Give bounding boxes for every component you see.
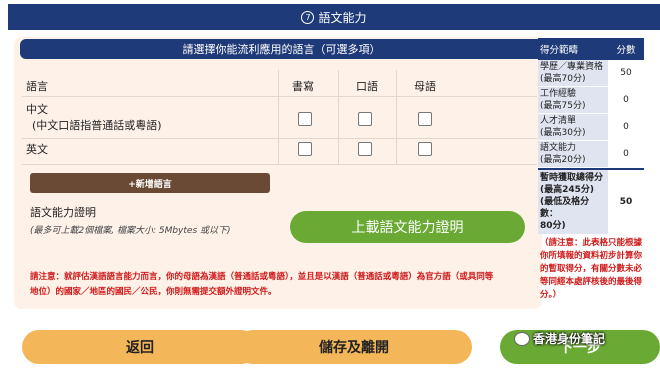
column-header-written: 書寫 [292, 80, 314, 93]
score-header-value: 分數 [616, 45, 636, 56]
score-category: 人才清單 [540, 116, 577, 126]
score-note: （請注意：此表格只能根據你所填報的資料初步計算你的暫取得分，有關分數未必等同經本… [540, 238, 643, 300]
notice-line: 地位）的國家／地區的國民／公民，你則無需提交額外證明文件。 [30, 287, 277, 297]
score-header-label: 得分範疇 [540, 45, 579, 56]
score-row: 工作經驗 (最高75分) 0 [538, 87, 644, 114]
table-divider [22, 138, 537, 139]
table-column-line [338, 70, 339, 164]
back-button[interactable]: 返回 [22, 330, 258, 364]
score-sidebar: 得分範疇 分數 學歷／專業資格 (最高70分) 50 工作經驗 (最高75分) 0 … [538, 38, 644, 302]
column-header-native: 母語 [414, 80, 436, 93]
table-divider [22, 164, 537, 165]
chinese-written-checkbox[interactable] [298, 112, 312, 126]
english-written-checkbox[interactable] [298, 142, 312, 156]
total-max: (最高245分) [540, 185, 595, 195]
score-value: 0 [608, 114, 644, 140]
total-score-row: 暫時獲取總得分 (最高245分) (最低及格分數： 80分) 50 [538, 168, 644, 234]
column-header-spoken: 口語 [356, 80, 378, 93]
score-max: (最高30分) [540, 128, 586, 138]
total-label: 暫時獲取總得分 [540, 173, 604, 183]
table-column-line [278, 70, 279, 164]
chinese-spoken-checkbox[interactable] [358, 112, 372, 126]
score-max: (最高75分) [540, 101, 586, 111]
upload-proof-button[interactable]: 上載語文能力證明 [290, 211, 525, 243]
watermark: 香港身份筆記 [514, 330, 605, 347]
proof-title: 語文能力證明 [30, 206, 96, 219]
language-detail: (中文口語指普通話或粵語) [32, 119, 162, 132]
chinese-native-checkbox[interactable] [418, 112, 432, 126]
language-notice: 請注意：就評估漢語語言能力而言，你的母語為漢語（普通話或粵語），並且是以漢語（普… [30, 270, 540, 300]
column-header-language: 語言 [26, 80, 48, 93]
table-row: 英文 [26, 142, 48, 158]
section-title-bar: 7 語文能力 [8, 4, 660, 30]
english-spoken-checkbox[interactable] [358, 142, 372, 156]
score-row: 學歷／專業資格 (最高70分) 50 [538, 60, 644, 87]
total-pass-value: 80分) [540, 221, 566, 231]
wechat-icon [514, 331, 530, 346]
section-number-badge: 7 [301, 10, 315, 24]
score-row: 語文能力 (最高20分) 0 [538, 141, 644, 168]
score-header: 得分範疇 分數 [538, 38, 644, 60]
score-category: 學歷／專業資格 [540, 62, 604, 72]
language-name: 英文 [26, 143, 48, 156]
section-title: 語文能力 [318, 10, 367, 25]
score-category: 工作經驗 [540, 89, 577, 99]
score-max: (最高20分) [540, 155, 586, 165]
english-native-checkbox[interactable] [418, 142, 432, 156]
save-exit-button[interactable]: 儲存及離開 [236, 330, 472, 364]
score-value: 50 [608, 60, 644, 86]
watermark-text: 香港身份筆記 [533, 332, 606, 346]
total-score-value: 50 [619, 197, 633, 207]
score-value: 0 [608, 87, 644, 113]
proof-hint: (最多可上載2個檔案, 檔案大小: 5Mbytes 或以下) [30, 226, 231, 236]
score-value: 0 [608, 141, 644, 167]
score-category: 語文能力 [540, 143, 577, 153]
language-name: 中文 [26, 103, 48, 116]
score-row: 人才清單 (最高30分) 0 [538, 114, 644, 141]
notice-line: 請注意：就評估漢語語言能力而言，你的母語為漢語（普通話或粵語），並且是以漢語（普… [30, 272, 494, 282]
table-divider [22, 96, 537, 97]
score-max: (最高70分) [540, 74, 586, 84]
total-pass: (最低及格分數： [540, 197, 590, 219]
add-language-button[interactable]: +新增語言 [30, 173, 270, 193]
panel-header: 請選擇你能流利應用的語言（可選多項） [20, 39, 543, 59]
table-row: 中文 (中文口語指普通話或粵語) [26, 102, 162, 134]
table-column-line [396, 70, 397, 164]
